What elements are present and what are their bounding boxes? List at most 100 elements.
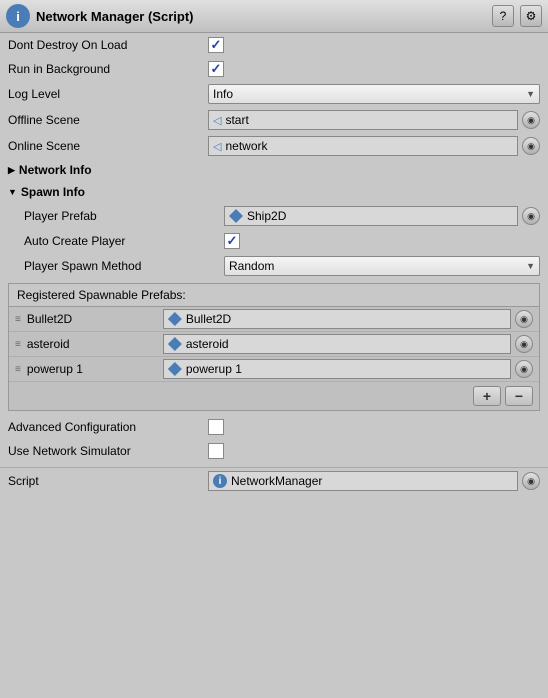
- dont-destroy-row: Dont Destroy On Load: [0, 33, 548, 57]
- auto-create-value: [224, 233, 540, 249]
- spawnable-buttons: + −: [9, 382, 539, 410]
- log-level-dropdown[interactable]: Info ▼: [208, 84, 540, 104]
- script-label: Script: [8, 474, 208, 488]
- player-prefab-icon: [229, 209, 243, 223]
- spawnable-label-1: asteroid: [27, 337, 157, 351]
- spawn-method-label: Player Spawn Method: [24, 259, 224, 273]
- player-prefab-text: Ship2D: [247, 209, 286, 223]
- spawnable-value-2: powerup 1 ◉: [163, 359, 533, 379]
- spawnable-label-0: Bullet2D: [27, 312, 157, 326]
- online-scene-text: network: [225, 139, 267, 153]
- drag-icon-0: ≡: [15, 314, 21, 325]
- online-scene-icon: ◁: [213, 140, 221, 153]
- spawnable-title: Registered Spawnable Prefabs:: [9, 284, 539, 307]
- run-background-checkbox[interactable]: [208, 61, 224, 77]
- spawn-method-value: Random ▼: [224, 256, 540, 276]
- spawnable-value-1: asteroid ◉: [163, 334, 533, 354]
- dont-destroy-label: Dont Destroy On Load: [8, 38, 208, 52]
- log-level-dropdown-arrow: ▼: [526, 89, 535, 99]
- spawnable-item-0: ≡ Bullet2D Bullet2D ◉: [9, 307, 539, 332]
- spawnable-field-1: asteroid: [163, 334, 511, 354]
- spawnable-prefab-text-2: powerup 1: [186, 362, 242, 376]
- network-simulator-row: Use Network Simulator: [0, 439, 548, 463]
- player-prefab-label: Player Prefab: [24, 209, 224, 223]
- offline-scene-icon: ◁: [213, 114, 221, 127]
- log-level-dropdown-text: Info: [213, 87, 526, 101]
- spawnable-item-1: ≡ asteroid asteroid ◉: [9, 332, 539, 357]
- help-button[interactable]: ?: [492, 5, 514, 27]
- spawnable-field-2: powerup 1: [163, 359, 511, 379]
- settings-button[interactable]: ⚙: [520, 5, 542, 27]
- spawnable-value-0: Bullet2D ◉: [163, 309, 533, 329]
- script-value: i NetworkManager ◉: [208, 471, 540, 491]
- spawnable-picker-0[interactable]: ◉: [515, 310, 533, 328]
- offline-scene-picker[interactable]: ◉: [522, 111, 540, 129]
- script-row: Script i NetworkManager ◉: [0, 467, 548, 494]
- dont-destroy-value: [208, 37, 540, 53]
- advanced-config-checkbox[interactable]: [208, 419, 224, 435]
- player-prefab-picker[interactable]: ◉: [522, 207, 540, 225]
- network-simulator-label: Use Network Simulator: [8, 444, 208, 458]
- spawn-info-section[interactable]: ▼ Spawn Info: [0, 181, 548, 203]
- spawnable-prefab-icon-0: [168, 312, 182, 326]
- spawn-info-triangle: ▼: [8, 187, 17, 197]
- spawnable-field-0: Bullet2D: [163, 309, 511, 329]
- header: i Network Manager (Script) ? ⚙: [0, 0, 548, 33]
- auto-create-checkbox[interactable]: [224, 233, 240, 249]
- log-level-row: Log Level Info ▼: [0, 81, 548, 107]
- spawnable-prefab-text-1: asteroid: [186, 337, 229, 351]
- log-level-label: Log Level: [8, 87, 208, 101]
- spawnable-prefab-icon-1: [168, 337, 182, 351]
- network-info-label: Network Info: [19, 163, 92, 177]
- remove-spawnable-button[interactable]: −: [505, 386, 533, 406]
- spawnable-prefab-text-0: Bullet2D: [186, 312, 231, 326]
- dont-destroy-checkbox[interactable]: [208, 37, 224, 53]
- network-info-triangle: ▶: [8, 165, 15, 176]
- online-scene-field: ◁ network: [208, 136, 518, 156]
- script-picker[interactable]: ◉: [522, 472, 540, 490]
- spawnable-picker-2[interactable]: ◉: [515, 360, 533, 378]
- online-scene-row: Online Scene ◁ network ◉: [0, 133, 548, 159]
- log-level-value: Info ▼: [208, 84, 540, 104]
- spawnable-item-2: ≡ powerup 1 powerup 1 ◉: [9, 357, 539, 382]
- auto-create-row: Auto Create Player: [0, 229, 548, 253]
- spawn-method-dropdown-arrow: ▼: [526, 261, 535, 271]
- add-spawnable-button[interactable]: +: [473, 386, 501, 406]
- run-background-row: Run in Background: [0, 57, 548, 81]
- spawn-method-dropdown-text: Random: [229, 259, 526, 273]
- advanced-config-value: [208, 419, 540, 435]
- offline-scene-label: Offline Scene: [8, 113, 208, 127]
- online-scene-value: ◁ network ◉: [208, 136, 540, 156]
- spawn-method-dropdown[interactable]: Random ▼: [224, 256, 540, 276]
- online-scene-picker[interactable]: ◉: [522, 137, 540, 155]
- offline-scene-field: ◁ start: [208, 110, 518, 130]
- network-info-section[interactable]: ▶ Network Info: [0, 159, 548, 181]
- drag-icon-2: ≡: [15, 364, 21, 375]
- component-icon: i: [6, 4, 30, 28]
- spawnable-prefab-icon-2: [168, 362, 182, 376]
- network-simulator-checkbox[interactable]: [208, 443, 224, 459]
- auto-create-label: Auto Create Player: [24, 234, 224, 248]
- advanced-config-label: Advanced Configuration: [8, 420, 208, 434]
- script-field: i NetworkManager: [208, 471, 518, 491]
- offline-scene-value: ◁ start ◉: [208, 110, 540, 130]
- network-simulator-value: [208, 443, 540, 459]
- spawn-info-label: Spawn Info: [21, 185, 85, 199]
- spawnable-title-text: Registered Spawnable Prefabs:: [17, 288, 186, 302]
- spawn-method-row: Player Spawn Method Random ▼: [0, 253, 548, 279]
- offline-scene-row: Offline Scene ◁ start ◉: [0, 107, 548, 133]
- online-scene-label: Online Scene: [8, 139, 208, 153]
- player-prefab-row: Player Prefab Ship2D ◉: [0, 203, 548, 229]
- panel: i Network Manager (Script) ? ⚙ Dont Dest…: [0, 0, 548, 494]
- player-prefab-field: Ship2D: [224, 206, 518, 226]
- advanced-config-row: Advanced Configuration: [0, 415, 548, 439]
- spawnable-box: Registered Spawnable Prefabs: ≡ Bullet2D…: [8, 283, 540, 411]
- script-info-icon: i: [213, 474, 227, 488]
- offline-scene-text: start: [225, 113, 248, 127]
- header-title: Network Manager (Script): [36, 9, 486, 24]
- run-background-value: [208, 61, 540, 77]
- script-text: NetworkManager: [231, 474, 322, 488]
- spawnable-picker-1[interactable]: ◉: [515, 335, 533, 353]
- spawnable-label-2: powerup 1: [27, 362, 157, 376]
- run-background-label: Run in Background: [8, 62, 208, 76]
